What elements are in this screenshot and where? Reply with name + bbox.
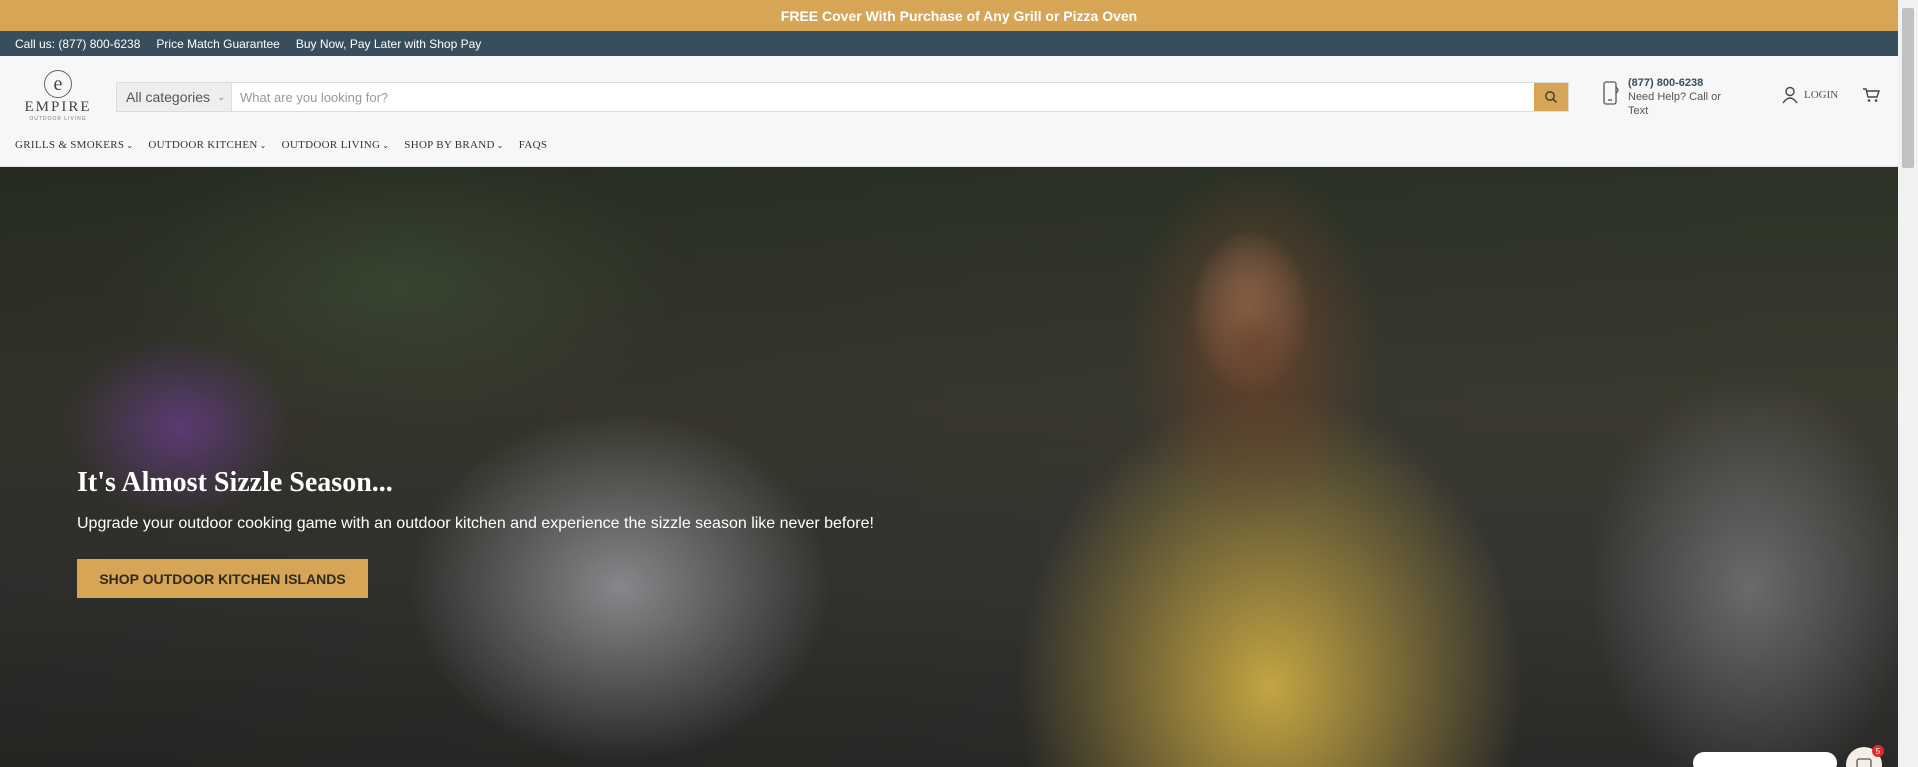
help-label: Need Help? Call or Text: [1628, 91, 1721, 117]
help-contact[interactable]: (877) 800-6238 Need Help? Call or Text: [1600, 76, 1738, 118]
chevron-down-icon: ⌄: [496, 140, 504, 150]
chevron-down-icon: ⌄: [217, 91, 226, 103]
chevron-down-icon: ⌄: [126, 140, 134, 150]
hero-banner: It's Almost Sizzle Season... Upgrade you…: [0, 167, 1898, 767]
search-input[interactable]: [232, 83, 1534, 111]
site-header: e EMPIRE OUTDOOR LIVING All categories ⌄…: [0, 56, 1918, 167]
utility-shop-pay[interactable]: Buy Now, Pay Later with Shop Pay: [296, 37, 481, 51]
chat-notification-badge: 5: [1872, 745, 1884, 757]
nav-label: OUTDOOR KITCHEN: [148, 139, 258, 151]
shop-outdoor-kitchen-islands-button[interactable]: SHOP OUTDOOR KITCHEN ISLANDS: [77, 559, 368, 598]
search-icon: [1545, 91, 1557, 103]
logo-wordmark: EMPIRE: [24, 99, 92, 115]
promo-banner: FREE Cover With Purchase of Any Grill or…: [0, 0, 1918, 31]
nav-label: SHOP BY BRAND: [404, 139, 495, 151]
help-text-block: (877) 800-6238 Need Help? Call or Text: [1628, 76, 1738, 118]
search-bar: All categories ⌄: [116, 82, 1569, 112]
chevron-down-icon: ⌄: [259, 140, 267, 150]
chat-icon: [1856, 758, 1872, 767]
search-category-label: All categories: [126, 89, 211, 105]
nav-item-grills-smokers[interactable]: GRILLS & SMOKERS ⌄: [15, 139, 133, 151]
nav-item-shop-by-brand[interactable]: SHOP BY BRAND ⌄: [404, 139, 504, 151]
nav-item-outdoor-kitchen[interactable]: OUTDOOR KITCHEN ⌄: [148, 139, 266, 151]
search-button[interactable]: [1534, 83, 1568, 111]
help-phone[interactable]: (877) 800-6238: [1628, 76, 1738, 90]
utility-price-match[interactable]: Price Match Guarantee: [156, 37, 279, 51]
search-category-select[interactable]: All categories ⌄: [117, 83, 232, 111]
nav-label: OUTDOOR LIVING: [281, 139, 381, 151]
cart-button[interactable]: [1862, 87, 1880, 108]
hero-title: It's Almost Sizzle Season...: [77, 467, 393, 498]
page-scrollbar[interactable]: [1898, 0, 1918, 767]
user-icon: [1782, 86, 1798, 104]
phone-icon: [1603, 81, 1619, 105]
login-link[interactable]: LOGIN: [1782, 86, 1838, 104]
hero-subtitle: Upgrade your outdoor cooking game with a…: [77, 515, 874, 532]
nav-label: GRILLS & SMOKERS: [15, 139, 125, 151]
utility-call-us[interactable]: Call us: (877) 800-6238: [15, 37, 140, 51]
logo-tagline: OUTDOOR LIVING: [29, 116, 87, 122]
cart-icon: [1863, 88, 1880, 102]
site-logo[interactable]: e EMPIRE OUTDOOR LIVING: [16, 70, 100, 122]
nav-label: FAQS: [518, 139, 548, 151]
chevron-down-icon: ⌄: [382, 140, 390, 150]
chat-prompt-pill[interactable]: [1693, 752, 1837, 767]
utility-bar: Call us: (877) 800-6238 Price Match Guar…: [0, 31, 1918, 56]
nav-item-outdoor-living[interactable]: OUTDOOR LIVING ⌄: [282, 139, 390, 151]
main-nav: GRILLS & SMOKERS ⌄ OUTDOOR KITCHEN ⌄ OUT…: [15, 139, 562, 151]
promo-text: FREE Cover With Purchase of Any Grill or…: [780, 7, 1138, 24]
nav-item-faqs[interactable]: FAQS: [519, 139, 548, 151]
login-label: LOGIN: [1804, 89, 1839, 101]
logo-mark: e: [44, 70, 72, 98]
scrollbar-thumb[interactable]: [1902, 8, 1914, 168]
